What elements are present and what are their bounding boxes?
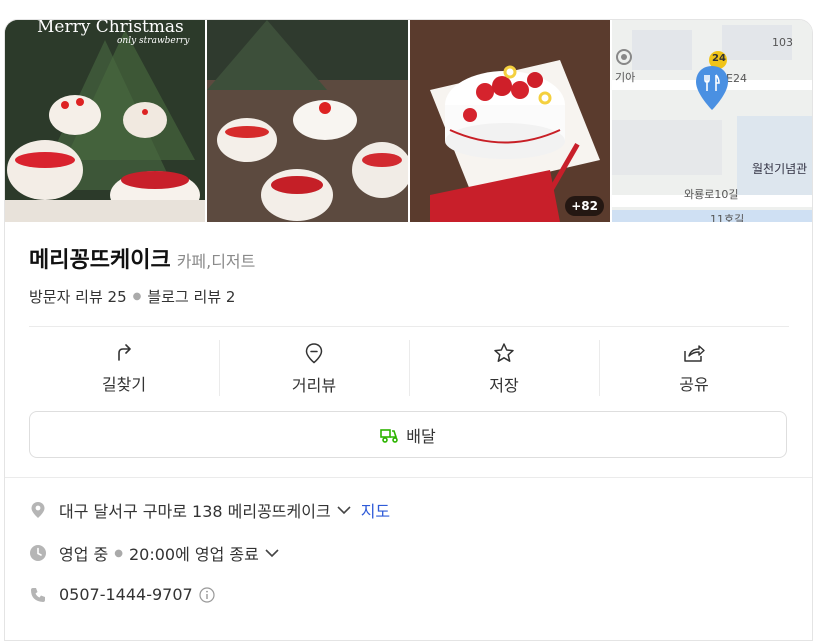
hours-detail: 20:00에 영업 종료 xyxy=(128,545,259,564)
chevron-down-icon[interactable] xyxy=(265,548,279,558)
photo-heading: Merry Christmas xyxy=(37,20,184,37)
photo-strawberry-cake-image xyxy=(410,20,610,222)
separator-dot: ● xyxy=(114,547,123,559)
visitor-reviews-link[interactable]: 방문자 리뷰 25 xyxy=(29,286,127,307)
directions-button[interactable]: 길찾기 xyxy=(29,340,219,398)
separator-dot: ● xyxy=(132,291,142,302)
streetview-button[interactable]: 거리뷰 xyxy=(219,340,409,398)
phone-number[interactable]: 0507-1444-9707 xyxy=(59,585,193,604)
address-text: 대구 달서구 구마로 138 메리꽁뜨케이크 xyxy=(59,502,331,521)
address-row: 대구 달서구 구마로 138 메리꽁뜨케이크 지도 xyxy=(29,498,390,522)
directions-label: 길찾기 xyxy=(101,375,147,394)
location-pin-icon xyxy=(29,501,47,519)
blog-reviews-link[interactable]: 블로그 리뷰 2 xyxy=(147,286,235,307)
map-label-103: 103 xyxy=(772,36,793,49)
place-category: 카페,디저트 xyxy=(176,252,256,271)
save-button[interactable]: 저장 xyxy=(409,340,599,398)
section-divider xyxy=(5,477,812,478)
photo-cake-table-image xyxy=(207,20,408,222)
place-header: 메리꽁뜨케이크 카페,디저트 xyxy=(29,242,255,274)
more-photos-badge[interactable]: +82 xyxy=(565,196,604,216)
info-icon[interactable] xyxy=(199,586,215,603)
delivery-button[interactable]: 배달 xyxy=(29,411,787,458)
chevron-down-icon[interactable] xyxy=(337,505,351,515)
hours-row: 영업 중 ● 20:00에 영업 종료 xyxy=(29,541,279,565)
map-label-wolcheon: 월천기념관 xyxy=(752,162,808,176)
map-label-bottom: 11호길 xyxy=(710,213,745,222)
map-link[interactable]: 지도 xyxy=(361,498,390,522)
place-card: Merry Christmas only strawberry +82 103 … xyxy=(4,19,813,641)
photo-christmas-cakes-image xyxy=(5,20,205,222)
place-name: 메리꽁뜨케이크 xyxy=(29,248,171,273)
directions-icon xyxy=(118,344,131,361)
photo-strawberry-cake[interactable]: +82 xyxy=(410,20,610,222)
phone-icon xyxy=(29,586,47,604)
delivery-label: 배달 xyxy=(406,426,436,446)
map-label-waryong: 와룡로10길 xyxy=(684,188,739,201)
photo-subheading: only strawberry xyxy=(117,36,190,46)
map-label-giya: 기아 xyxy=(615,71,636,84)
delivery-scooter-icon xyxy=(380,428,399,443)
clock-icon xyxy=(29,544,47,562)
photo-cake-table[interactable] xyxy=(207,20,408,222)
share-label: 공유 xyxy=(679,375,709,394)
divider xyxy=(29,326,789,327)
streetview-icon xyxy=(305,343,323,364)
phone-row: 0507-1444-9707 xyxy=(29,585,215,604)
map-pin-icon[interactable] xyxy=(694,64,730,112)
action-bar: 길찾기 거리뷰 저장 공유 xyxy=(29,340,789,398)
map-label-route24: 24 xyxy=(712,53,726,64)
streetview-label: 거리뷰 xyxy=(291,376,337,395)
share-button[interactable]: 공유 xyxy=(599,340,789,398)
photo-christmas-cakes[interactable]: Merry Christmas only strawberry xyxy=(5,20,205,222)
location-map[interactable]: 103 기아 24 E24 월천기념관 와룡로10길 11호길 xyxy=(612,20,812,222)
share-icon xyxy=(684,345,705,362)
review-summary: 방문자 리뷰 25 ● 블로그 리뷰 2 xyxy=(29,286,235,307)
photo-gallery: Merry Christmas only strawberry +82 103 … xyxy=(5,20,812,222)
star-icon xyxy=(494,343,514,362)
hours-status: 영업 중 xyxy=(59,545,109,564)
save-label: 저장 xyxy=(489,376,519,395)
